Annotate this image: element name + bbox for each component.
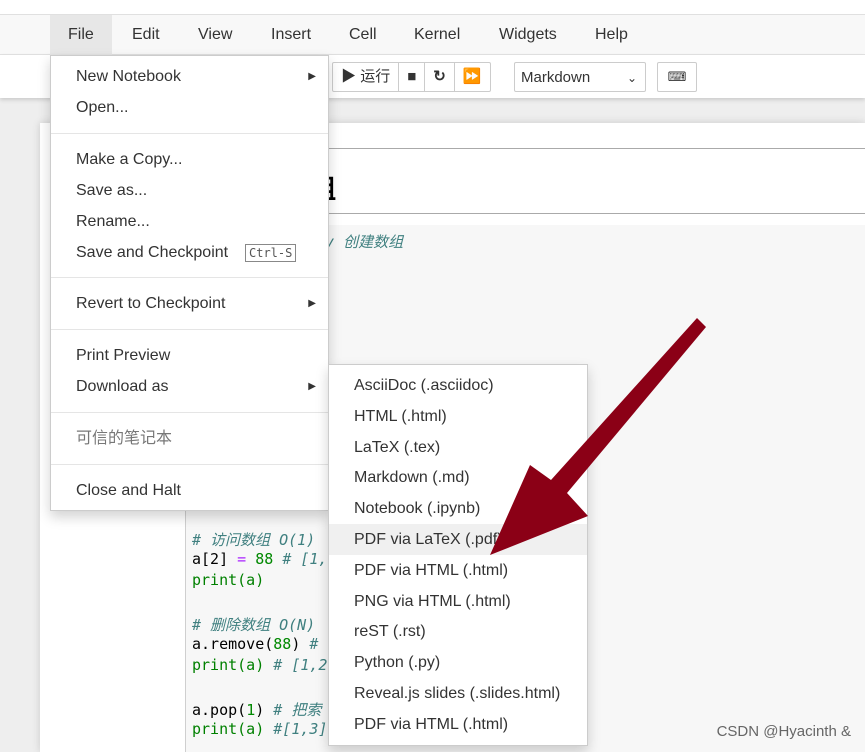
annotation-arrow (490, 318, 706, 555)
arrow-shape (490, 318, 706, 555)
watermark: CSDN @Hyacinth & (716, 723, 851, 740)
